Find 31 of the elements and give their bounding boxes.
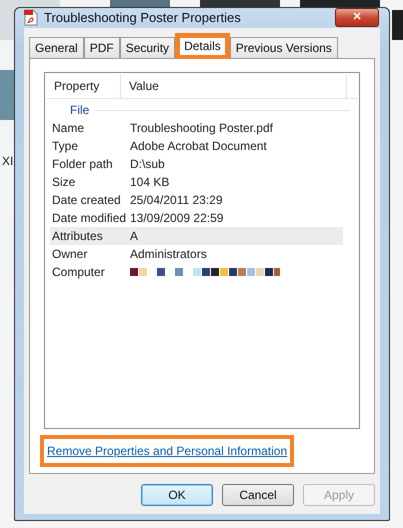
tab[interactable]: PDF (84, 36, 120, 58)
property-value: A (130, 228, 138, 244)
tab[interactable]: General (29, 36, 84, 58)
tab[interactable]: Details (175, 32, 230, 58)
property-name: Computer (51, 264, 106, 280)
column-header[interactable]: Value (121, 74, 347, 98)
window-title: Troubleshooting Poster Properties (44, 9, 242, 27)
close-button[interactable]: ✕ (335, 8, 379, 28)
property-name: Owner (51, 246, 88, 262)
property-value: 25/04/2011 23:29 (130, 192, 223, 208)
tab[interactable]: Security (120, 36, 176, 58)
pdf-file-icon (24, 9, 38, 26)
column-header[interactable]: Property (46, 74, 121, 98)
property-value: Adobe Acrobat Document (130, 138, 267, 154)
property-value: Troubleshooting Poster.pdf (130, 120, 273, 136)
property-name: Folder path (51, 156, 114, 172)
tab[interactable]: Previous Versions (230, 36, 338, 58)
property-name: Type (51, 138, 80, 154)
property-name: Size (51, 174, 76, 190)
property-value: 104 KB (130, 174, 170, 190)
property-value: Administrators (130, 246, 207, 262)
property-value: D:\sub (130, 156, 165, 172)
property-name: Name (51, 120, 86, 136)
desktop-icon-label: XI (2, 153, 14, 170)
property-name: Attributes (51, 228, 104, 244)
property-value: 13/09/2009 22:59 (130, 210, 224, 226)
property-name: Date created (51, 192, 122, 208)
property-name: Date modified (51, 210, 128, 226)
dialog-button[interactable]: OK (141, 484, 213, 506)
dialog-button[interactable]: Cancel (222, 484, 294, 506)
group-header: File (70, 102, 90, 119)
